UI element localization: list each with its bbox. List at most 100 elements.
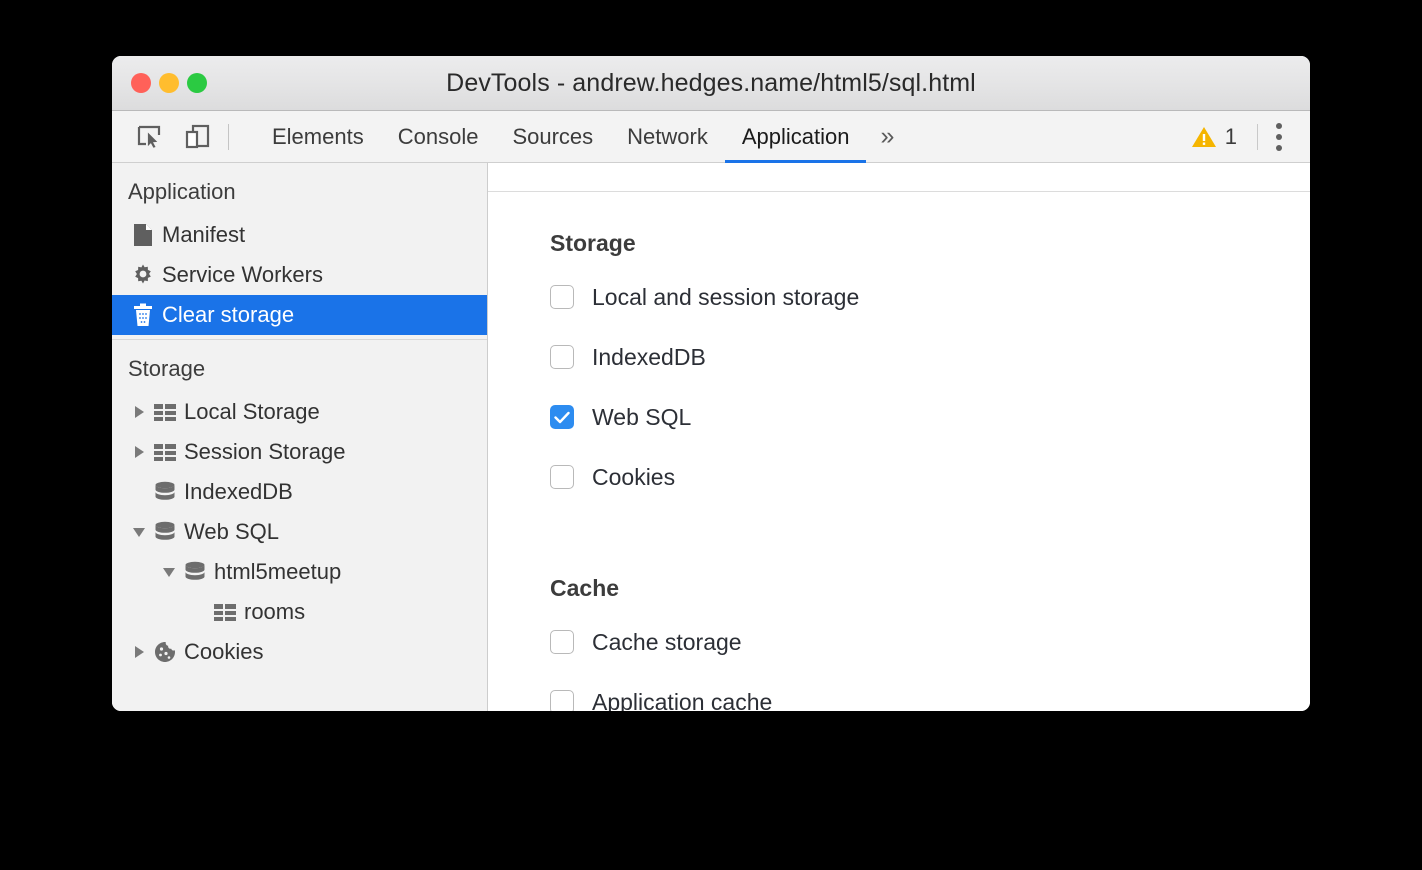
document-icon: [128, 223, 158, 247]
checkbox[interactable]: [550, 285, 574, 309]
toolbar-right-group: 1: [1177, 115, 1310, 159]
chevron-down-icon[interactable]: [128, 528, 150, 537]
sidebar-item-service-workers[interactable]: Service Workers: [112, 255, 487, 295]
sidebar-item-label: Local Storage: [180, 399, 320, 425]
option-web-sql[interactable]: Web SQL: [550, 399, 1310, 435]
sidebar-section-application: Application Manifest: [112, 163, 487, 335]
table-icon: [210, 602, 240, 622]
kebab-dot: [1276, 134, 1282, 140]
sidebar-item-manifest[interactable]: Manifest: [112, 215, 487, 255]
window-titlebar: DevTools - andrew.hedges.name/html5/sql.…: [112, 56, 1310, 111]
sidebar-header-application: Application: [112, 163, 487, 215]
sidebar-item-local-storage[interactable]: Local Storage: [112, 392, 487, 432]
option-cache-storage[interactable]: Cache storage: [550, 624, 1310, 660]
option-local-and-session-storage[interactable]: Local and session storage: [550, 279, 1310, 315]
tab-console[interactable]: Console: [381, 111, 496, 162]
check-icon: [554, 411, 570, 424]
chevron-right-icon[interactable]: [128, 646, 150, 658]
more-tabs-button[interactable]: »: [866, 111, 908, 162]
chevron-right-icon[interactable]: [128, 406, 150, 418]
application-sidebar: Application Manifest: [112, 163, 488, 711]
warning-count: 1: [1225, 124, 1237, 150]
option-label: Local and session storage: [574, 284, 859, 311]
maximize-window-button[interactable]: [187, 73, 207, 93]
cookie-icon: [150, 640, 180, 664]
tab-network[interactable]: Network: [610, 111, 725, 162]
panel-toolbar: [488, 163, 1310, 192]
screenshot-root: DevTools - andrew.hedges.name/html5/sql.…: [0, 0, 1422, 870]
chevron-right-icon[interactable]: [128, 446, 150, 458]
device-toolbar-icon[interactable]: [180, 120, 214, 154]
sidebar-item-clear-storage[interactable]: Clear storage: [112, 295, 487, 335]
warning-triangle-icon: [1191, 125, 1217, 149]
cache-section: Cache Cache storage Application cache: [488, 545, 1310, 711]
sidebar-section-storage: Storage Local Storage Session Sto: [112, 340, 487, 672]
devtools-window: DevTools - andrew.hedges.name/html5/sql.…: [112, 56, 1310, 711]
sidebar-item-rooms[interactable]: rooms: [112, 592, 487, 632]
sidebar-item-cookies[interactable]: Cookies: [112, 632, 487, 672]
option-application-cache[interactable]: Application cache: [550, 684, 1310, 711]
traffic-lights: [131, 73, 207, 93]
more-vertical-icon[interactable]: [1264, 115, 1294, 159]
toolbar-divider: [228, 124, 229, 150]
sidebar-header-storage: Storage: [112, 340, 487, 392]
storage-section: Storage Local and session storage Indexe…: [488, 192, 1310, 519]
tab-sources[interactable]: Sources: [495, 111, 610, 162]
table-icon: [150, 402, 180, 422]
sidebar-item-label: Cookies: [180, 639, 263, 665]
sidebar-item-label: Web SQL: [180, 519, 279, 545]
inspect-element-icon[interactable]: [132, 120, 166, 154]
toolbar-divider-right: [1257, 124, 1258, 150]
devtools-toolbar: Elements Console Sources Network Applica…: [112, 111, 1310, 163]
checkbox[interactable]: [550, 345, 574, 369]
sidebar-item-label: Service Workers: [158, 262, 323, 288]
option-cookies[interactable]: Cookies: [550, 459, 1310, 495]
gear-icon: [128, 263, 158, 287]
warning-badge[interactable]: 1: [1177, 124, 1251, 150]
checkbox[interactable]: [550, 465, 574, 489]
devtools-body: Application Manifest: [112, 163, 1310, 711]
chevron-down-icon[interactable]: [158, 568, 180, 577]
sidebar-item-label: IndexedDB: [180, 479, 293, 505]
tab-label: Network: [627, 124, 708, 150]
tab-label: Elements: [272, 124, 364, 150]
option-indexeddb[interactable]: IndexedDB: [550, 339, 1310, 375]
sidebar-item-html5meetup[interactable]: html5meetup: [112, 552, 487, 592]
kebab-dot: [1276, 123, 1282, 129]
checkbox[interactable]: [550, 405, 574, 429]
trash-icon: [128, 303, 158, 327]
clear-storage-panel: Storage Local and session storage Indexe…: [488, 163, 1310, 711]
sidebar-item-web-sql[interactable]: Web SQL: [112, 512, 487, 552]
tab-label: Console: [398, 124, 479, 150]
checkbox[interactable]: [550, 690, 574, 711]
close-window-button[interactable]: [131, 73, 151, 93]
option-label: IndexedDB: [574, 344, 706, 371]
table-icon: [150, 442, 180, 462]
toolbar-icon-group: [112, 120, 243, 154]
panel-tabs: Elements Console Sources Network Applica…: [255, 111, 908, 162]
sidebar-item-label: html5meetup: [210, 559, 341, 585]
database-icon: [150, 481, 180, 503]
sidebar-item-label: Session Storage: [180, 439, 345, 465]
tab-label: Sources: [512, 124, 593, 150]
sidebar-item-session-storage[interactable]: Session Storage: [112, 432, 487, 472]
tab-label: Application: [742, 124, 850, 150]
cache-section-title: Cache: [550, 575, 1310, 602]
option-label: Application cache: [574, 689, 772, 712]
database-icon: [180, 561, 210, 583]
database-icon: [150, 521, 180, 543]
window-title: DevTools - andrew.hedges.name/html5/sql.…: [446, 69, 976, 98]
sidebar-item-label: rooms: [240, 599, 305, 625]
minimize-window-button[interactable]: [159, 73, 179, 93]
tab-application[interactable]: Application: [725, 111, 867, 162]
checkbox[interactable]: [550, 630, 574, 654]
option-label: Cookies: [574, 464, 675, 491]
sidebar-item-label: Manifest: [158, 222, 245, 248]
option-label: Cache storage: [574, 629, 742, 656]
sidebar-item-label: Clear storage: [158, 302, 294, 328]
kebab-dot: [1276, 145, 1282, 151]
sidebar-item-indexeddb[interactable]: IndexedDB: [112, 472, 487, 512]
tab-elements[interactable]: Elements: [255, 111, 381, 162]
option-label: Web SQL: [574, 404, 691, 431]
storage-section-title: Storage: [550, 230, 1310, 257]
